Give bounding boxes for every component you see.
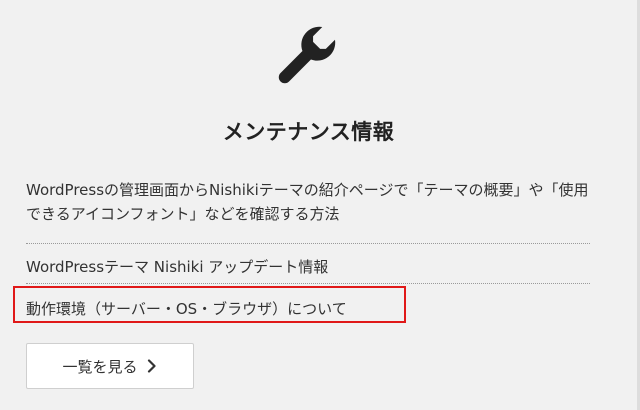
view-all-button[interactable]: 一覧を見る xyxy=(26,343,194,389)
view-all-label: 一覧を見る xyxy=(62,357,138,376)
post-title: WordPressテーマ Nishiki アップデート情報 xyxy=(26,258,329,276)
post-link-system-requirements[interactable]: 動作環境（サーバー・OS・ブラウザ）について xyxy=(26,284,590,324)
chevron-right-icon xyxy=(146,359,158,373)
post-link-update-info[interactable]: WordPressテーマ Nishiki アップデート情報 xyxy=(26,244,590,284)
post-title: WordPressの管理画面からNishikiテーマの紹介ページで「テーマの概要… xyxy=(26,181,589,223)
section-title: メンテナンス情報 xyxy=(222,120,395,144)
post-title: 動作環境（サーバー・OS・ブラウザ）について xyxy=(26,300,347,318)
maintenance-info-panel: メンテナンス情報 WordPressの管理画面からNishikiテーマの紹介ペー… xyxy=(0,0,637,410)
wrench-icon xyxy=(270,20,342,92)
post-list: WordPressの管理画面からNishikiテーマの紹介ページで「テーマの概要… xyxy=(26,178,590,324)
post-link-theme-intro[interactable]: WordPressの管理画面からNishikiテーマの紹介ページで「テーマの概要… xyxy=(26,178,590,244)
